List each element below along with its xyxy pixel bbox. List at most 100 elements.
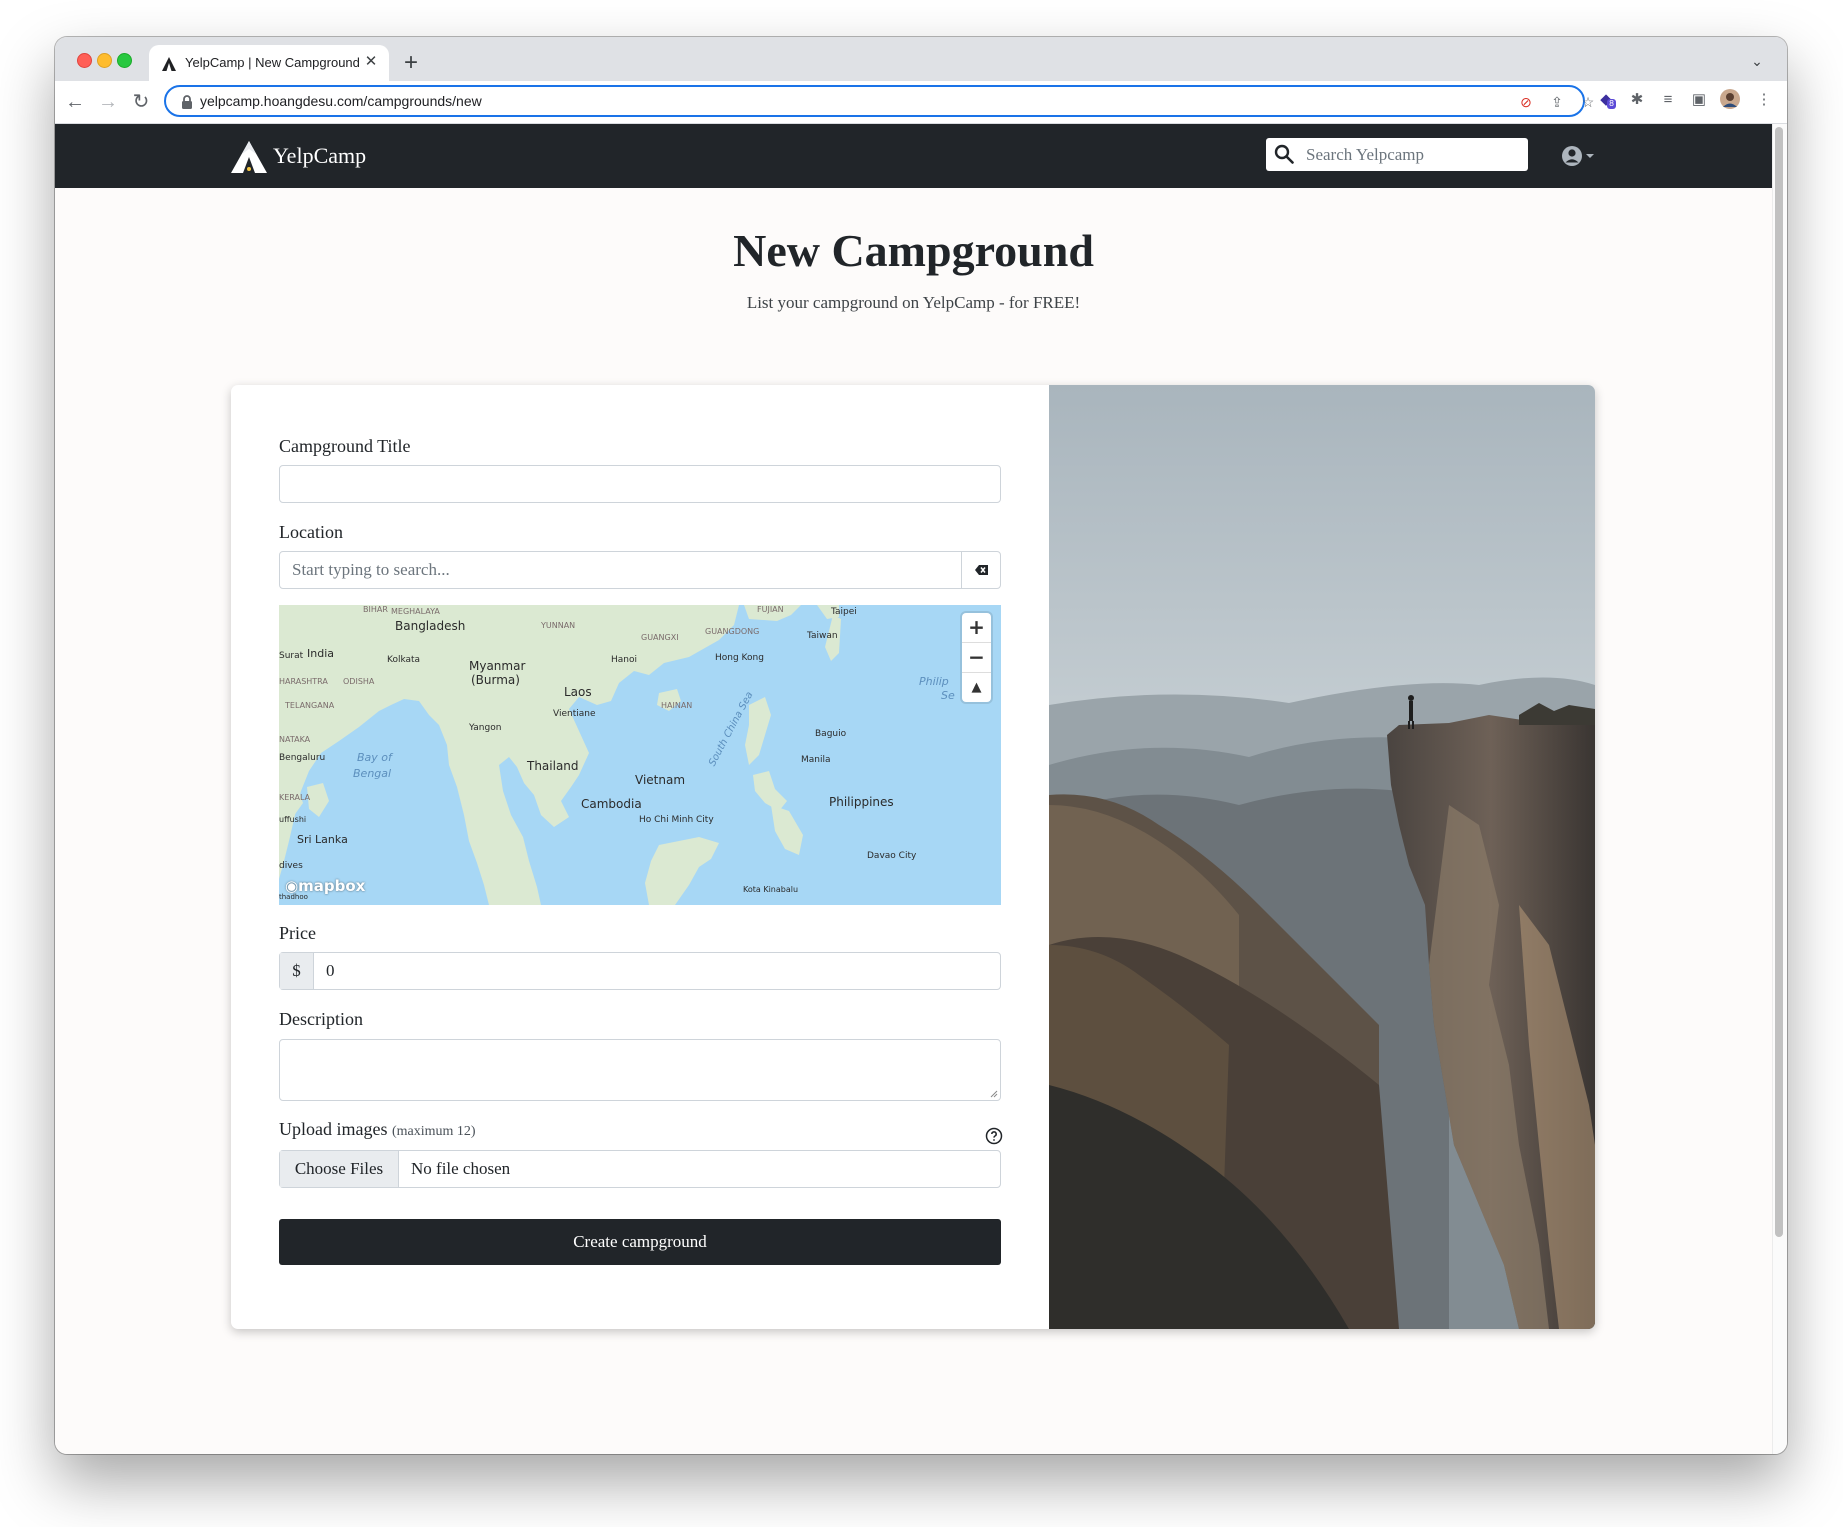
map-label: HAINAN	[661, 701, 693, 710]
url-text[interactable]: yelpcamp.hoangdesu.com/campgrounds/new	[200, 93, 482, 109]
close-window-button[interactable]	[77, 53, 92, 68]
file-status: No file chosen	[411, 1159, 511, 1178]
clear-location-button[interactable]	[961, 552, 1000, 588]
location-search-input[interactable]: Start typing to search...	[279, 551, 1001, 589]
map-label: KERALA	[279, 793, 311, 802]
forward-arrow-icon[interactable]: →	[96, 90, 120, 114]
map-label: HARASHTRA	[279, 677, 328, 686]
mapbox-logo-icon: ◉	[285, 877, 299, 895]
user-circle-icon	[1562, 146, 1594, 166]
user-menu-dropdown[interactable]	[1561, 142, 1601, 170]
share-icon[interactable]: ⇪	[1548, 93, 1566, 111]
profile-avatar[interactable]	[1719, 89, 1741, 111]
map-label: Philip	[919, 675, 949, 688]
reading-list-icon[interactable]: ≡	[1657, 89, 1679, 111]
map-zoom-controls: + − ▲	[962, 613, 991, 702]
map-label: Thailand	[527, 759, 579, 773]
new-campground-card: Campground Title Location Start typing t…	[231, 385, 1595, 1329]
description-label: Description	[279, 1009, 363, 1029]
brand-name: YelpCamp	[273, 143, 367, 168]
map-label: Taipei	[831, 607, 857, 617]
search-icon	[1274, 144, 1294, 164]
tab-search-chevron-icon[interactable]: ⌄	[1747, 51, 1767, 71]
address-bar[interactable]: yelpcamp.hoangdesu.com/campgrounds/new ⊘…	[164, 85, 1594, 117]
campground-hero-photo	[1049, 385, 1595, 1329]
map-label: Kota Kinabalu	[743, 885, 799, 894]
page-title: New Campground	[733, 225, 1094, 276]
page-scrollbar-thumb[interactable]	[1775, 127, 1783, 1237]
back-arrow-icon[interactable]: ←	[63, 90, 87, 114]
location-map[interactable]: BIHAR MEGHALAYA Bangladesh YUNNAN GUANGX…	[279, 605, 1001, 905]
map-label: Bangladesh	[395, 619, 466, 633]
close-tab-icon[interactable]: ✕	[361, 52, 381, 72]
tab-strip: YelpCamp | New Campground ✕ + ⌄	[55, 37, 1787, 81]
side-panel-icon[interactable]: ▣	[1688, 89, 1710, 111]
map-label: India	[307, 647, 334, 660]
map-label: dives	[279, 861, 303, 871]
browser-menu-icon[interactable]: ⋮	[1753, 89, 1775, 111]
map-label: Yangon	[469, 723, 502, 733]
question-circle-icon[interactable]	[985, 1127, 1003, 1145]
map-label: Bengaluru	[279, 753, 326, 763]
lock-icon	[182, 95, 192, 109]
choose-files-button[interactable]: Choose Files	[280, 1151, 399, 1187]
extensions-puzzle-icon[interactable]: ✱	[1626, 89, 1648, 111]
map-label: MEGHALAYA	[391, 607, 440, 616]
extension-hat-icon[interactable]: ◆ 8	[1595, 89, 1617, 111]
upload-label: Upload images (maximum 12)	[279, 1119, 476, 1140]
navbar-search	[1266, 138, 1528, 171]
currency-addon: $	[280, 953, 314, 989]
reload-icon[interactable]: ↻	[129, 90, 153, 114]
map-label: GUANGDONG	[705, 627, 760, 636]
page-viewport: YelpCamp New Campground List your campgr…	[55, 124, 1772, 1454]
price-label: Price	[279, 923, 316, 943]
backspace-icon	[975, 565, 988, 575]
map-label: BIHAR	[363, 605, 388, 614]
map-label: Baguio	[815, 729, 847, 739]
zoom-in-button[interactable]: +	[962, 613, 991, 643]
map-label: NATAKA	[279, 735, 311, 744]
campground-title-input[interactable]	[279, 465, 1001, 503]
resize-handle-icon[interactable]	[990, 1090, 998, 1098]
map-label: Kolkata	[387, 655, 421, 665]
upload-label-text: Upload images	[279, 1119, 388, 1139]
search-input[interactable]	[1306, 138, 1516, 171]
map-label: ODISHA	[343, 677, 375, 686]
page-subtitle: List your campground on YelpCamp - for F…	[746, 293, 1081, 312]
title-label: Campground Title	[279, 436, 411, 456]
map-label: Cambodia	[581, 797, 642, 811]
tent-logo-icon	[231, 141, 267, 173]
map-label: Philippines	[829, 795, 894, 809]
upload-hint: (maximum 12)	[391, 1124, 476, 1139]
mapbox-logo[interactable]: ◉mapbox	[285, 877, 365, 897]
map-label: YUNNAN	[541, 621, 576, 630]
location-placeholder: Start typing to search...	[292, 560, 450, 579]
compass-reset-button[interactable]: ▲	[962, 673, 991, 702]
map-label: Vientiane	[553, 709, 596, 719]
map-label: Ho Chi Minh City	[639, 815, 714, 825]
map-label: Davao City	[867, 851, 917, 861]
map-label: FUJIAN	[757, 605, 784, 614]
tab-title: YelpCamp | New Campground	[185, 55, 360, 70]
map-label: Surat	[279, 651, 304, 661]
map-label: TELANGANA	[285, 701, 335, 710]
price-input[interactable]: 0	[326, 961, 335, 981]
map-label: GUANGXI	[641, 633, 679, 642]
extension-badge: 8	[1607, 99, 1617, 109]
map-label: Laos	[564, 685, 592, 699]
description-textarea[interactable]	[279, 1039, 1001, 1101]
zoom-out-button[interactable]: −	[962, 643, 991, 673]
mapbox-attribution: mapbox	[298, 877, 366, 895]
map-label: Manila	[801, 755, 831, 765]
map-label: Bengal	[353, 767, 392, 780]
fullscreen-window-button[interactable]	[117, 53, 132, 68]
file-input[interactable]: Choose Files No file chosen	[279, 1150, 1001, 1188]
browser-tab[interactable]: YelpCamp | New Campground ✕	[149, 45, 389, 81]
location-label: Location	[279, 522, 343, 542]
minimize-window-button[interactable]	[97, 53, 112, 68]
new-tab-button[interactable]: +	[397, 50, 425, 78]
map-label: Vietnam	[635, 773, 686, 787]
blocked-icon[interactable]: ⊘	[1517, 93, 1535, 111]
create-campground-button[interactable]: Create campground	[279, 1219, 1001, 1265]
browser-window: YelpCamp | New Campground ✕ + ⌄ ← → ↻ ye…	[55, 37, 1787, 1454]
